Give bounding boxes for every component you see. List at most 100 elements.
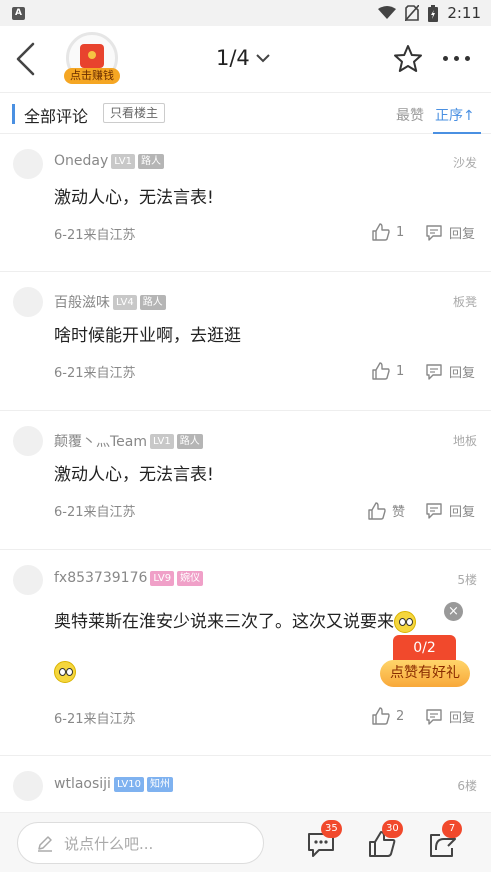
reply-button[interactable]: 回复 — [425, 223, 475, 242]
section-accent-bar — [12, 104, 15, 124]
earn-money-button[interactable]: 点击赚钱 — [64, 32, 120, 88]
sort-hot-tab[interactable]: 最赞 — [396, 105, 424, 125]
chevron-down-icon — [256, 54, 270, 63]
avatar[interactable] — [13, 149, 43, 179]
no-sim-icon — [405, 5, 420, 21]
comment-user-row: Oneday LV1 路人 — [54, 153, 164, 169]
status-icons: 2:11 — [378, 4, 481, 22]
level-badge: LV9 — [150, 570, 175, 586]
comment-text: 奥特莱斯在淮安少说来三次了。这次又说要来 — [54, 612, 394, 632]
title-badge: 路人 — [139, 294, 166, 310]
floor-label: 6楼 — [457, 779, 477, 793]
comment-input-placeholder: 说点什么吧... — [64, 834, 154, 853]
active-tab-underline — [433, 132, 481, 134]
avatar[interactable] — [13, 426, 43, 456]
username[interactable]: 颠覆丶灬Team — [54, 431, 147, 451]
comment-meta: 6-21来自江苏 — [54, 228, 136, 243]
title-badge: 知州 — [146, 776, 173, 792]
avatar[interactable] — [13, 771, 43, 801]
comment-meta: 6-21来自江苏 — [54, 505, 136, 520]
level-badge: LV10 — [113, 776, 144, 792]
title-badge: 路人 — [176, 433, 203, 449]
wifi-icon — [378, 6, 397, 19]
like-post-button[interactable]: 30 — [368, 820, 403, 858]
comment-item: wtlaosiji LV10 知州 6楼 — [0, 756, 491, 812]
emoji-icon — [54, 661, 76, 683]
like-count: 1 — [396, 363, 405, 379]
thumbs-up-icon — [372, 707, 390, 725]
comment-bubble-icon — [426, 708, 442, 725]
comments-button[interactable]: 35 — [307, 820, 342, 858]
comment-text: 激动人心，无法言表! — [54, 188, 214, 208]
reply-label: 回复 — [449, 505, 476, 520]
pencil-icon — [38, 836, 52, 852]
comment-bubble-icon — [426, 363, 442, 380]
like-button[interactable]: 1 — [372, 362, 404, 380]
page-indicator: 1/4 — [216, 46, 250, 70]
earn-money-label: 点击赚钱 — [64, 68, 120, 84]
comments-count-badge: 35 — [321, 820, 342, 838]
reply-label: 回复 — [449, 711, 476, 726]
top-bar: 点击赚钱 1/4 — [0, 26, 491, 92]
level-badge: LV4 — [113, 294, 137, 310]
avatar[interactable] — [13, 287, 43, 317]
like-count: 赞 — [392, 505, 406, 520]
like-button[interactable]: 1 — [372, 223, 404, 241]
like-reward-promo[interactable]: 0/2 点赞有好礼 × — [380, 602, 470, 690]
thumbs-up-icon — [372, 223, 390, 241]
status-time: 2:11 — [447, 4, 481, 22]
comment-text: 啥时候能开业啊，去逛逛 — [54, 326, 241, 346]
comment-meta: 6-21来自江苏 — [54, 366, 136, 381]
floor-label: 5楼 — [457, 573, 477, 587]
username[interactable]: Oneday — [54, 153, 108, 169]
red-packet-icon — [80, 44, 104, 68]
comment-user-row: 百般滋味 LV4 路人 — [54, 292, 166, 312]
comment-bubble-icon — [426, 502, 442, 519]
reply-button[interactable]: 回复 — [425, 362, 475, 381]
promo-label[interactable]: 点赞有好礼 — [380, 660, 470, 687]
thumbs-up-icon — [368, 501, 386, 520]
comment-text: 激动人心，无法言表! — [54, 465, 214, 485]
thumbs-up-icon — [372, 362, 390, 380]
reply-label: 回复 — [449, 366, 476, 381]
like-button[interactable]: 赞 — [368, 501, 405, 520]
username[interactable]: fx853739176 — [54, 570, 147, 586]
reply-button[interactable]: 回复 — [425, 707, 475, 726]
reply-label: 回复 — [449, 227, 476, 242]
level-badge: LV1 — [111, 153, 135, 169]
comment-meta: 6-21来自江苏 — [54, 712, 136, 727]
username[interactable]: 百般滋味 — [54, 292, 110, 312]
page-selector[interactable]: 1/4 — [216, 46, 270, 70]
like-button[interactable]: 2 — [372, 707, 404, 725]
floor-label: 板凳 — [452, 295, 477, 309]
comment-input[interactable]: 说点什么吧... — [17, 822, 264, 864]
title-badge: 婉仪 — [177, 570, 204, 586]
like-count: 2 — [396, 708, 405, 724]
comment-user-row: fx853739176 LV9 婉仪 — [54, 570, 204, 586]
reply-button[interactable]: 回复 — [425, 501, 475, 520]
shares-count-badge: 7 — [442, 820, 462, 838]
title-badge: 路人 — [137, 153, 164, 169]
more-options-icon[interactable] — [443, 56, 470, 61]
share-button[interactable]: 7 — [428, 820, 462, 858]
app-notification-icon: A — [12, 6, 25, 20]
comment-item: 百般滋味 LV4 路人 板凳 啥时候能开业啊，去逛逛 6-21来自江苏 1 回复 — [0, 272, 491, 411]
comment-user-row: wtlaosiji LV10 知州 — [54, 776, 173, 792]
likes-count-badge: 30 — [382, 820, 403, 838]
floor-label: 沙发 — [452, 156, 477, 170]
comment-item: 颠覆丶灬Team LV1 路人 地板 激动人心，无法言表! 6-21来自江苏 赞… — [0, 411, 491, 550]
comment-text-row: 奥特莱斯在淮安少说来三次了。这次又说要来 — [54, 608, 416, 636]
avatar[interactable] — [13, 565, 43, 595]
promo-progress: 0/2 — [393, 635, 456, 661]
comment-bubble-icon — [426, 224, 442, 241]
back-arrow-icon[interactable] — [12, 41, 40, 77]
sort-order-tab[interactable]: 正序↑ — [435, 105, 475, 125]
like-count: 1 — [396, 224, 405, 240]
comment-user-row: 颠覆丶灬Team LV1 路人 — [54, 431, 203, 451]
close-icon[interactable]: × — [444, 602, 463, 621]
all-comments-title: 全部评论 — [24, 107, 89, 126]
favorite-star-icon[interactable] — [393, 44, 423, 74]
owner-only-button[interactable]: 只看楼主 — [103, 103, 166, 123]
username[interactable]: wtlaosiji — [54, 776, 111, 792]
battery-icon — [428, 4, 439, 22]
